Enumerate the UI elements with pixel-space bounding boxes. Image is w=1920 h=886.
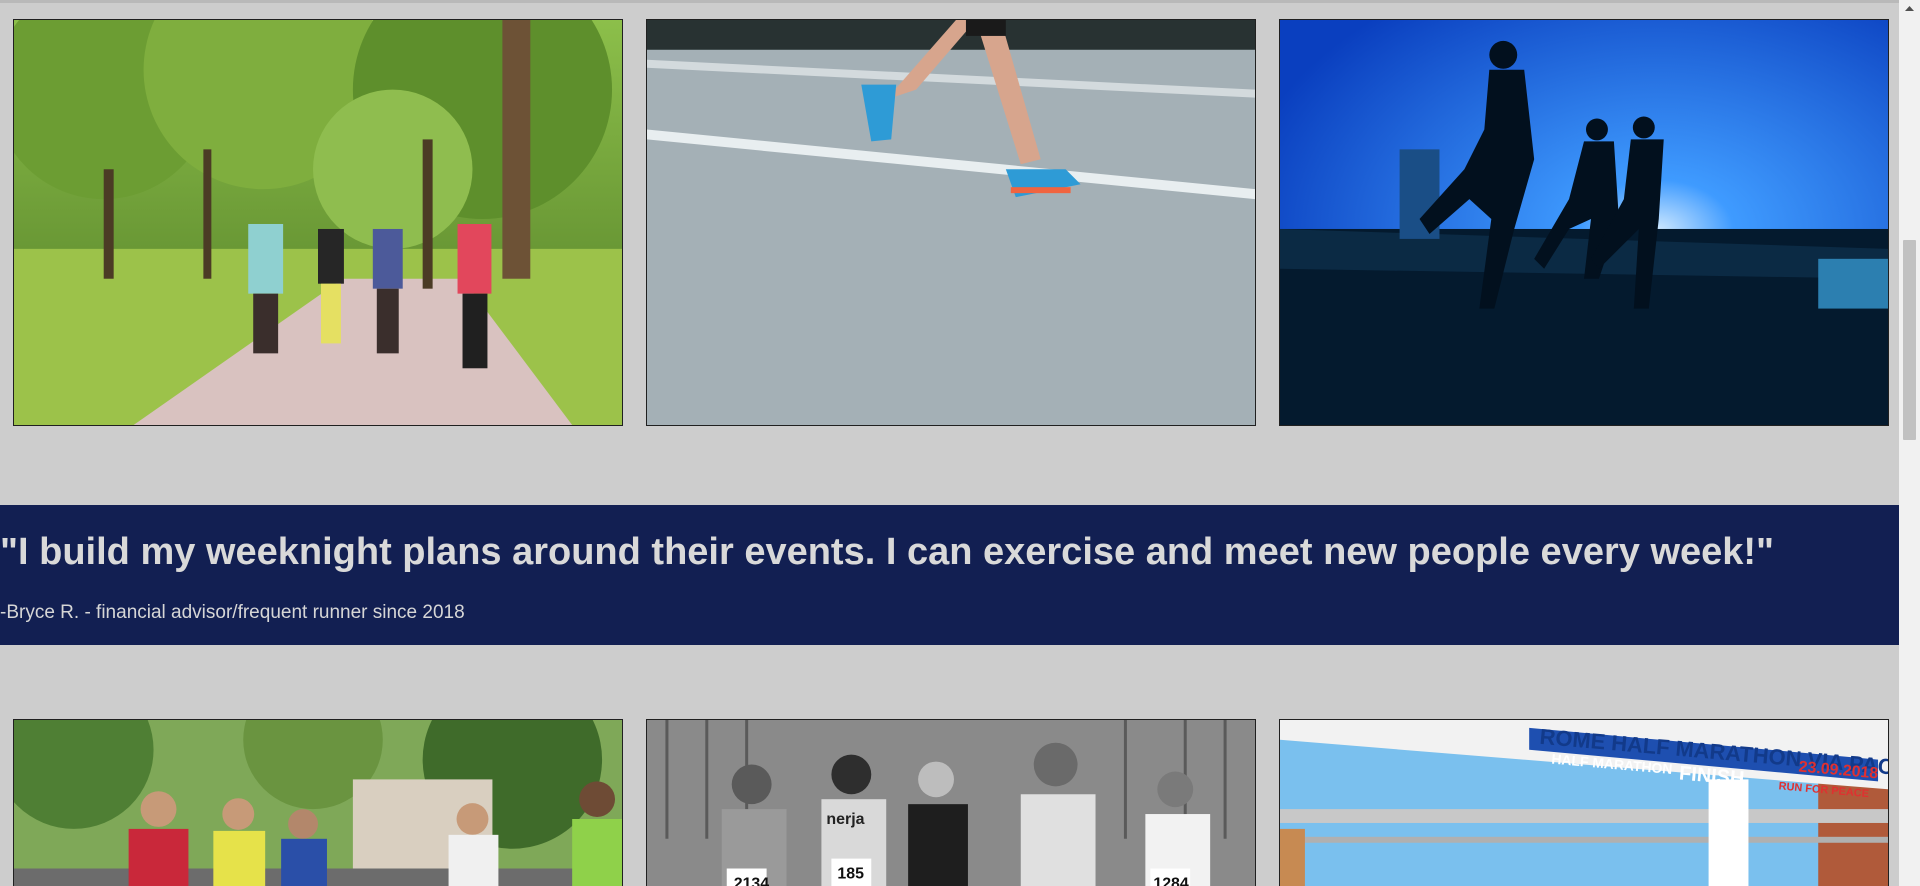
photo-marathon-crowd [13,719,623,886]
silhouette-image [1280,20,1888,425]
photo-bw-runners: 2134 185 1284 nerja [646,719,1256,886]
photo-silhouette-runners [1279,19,1889,426]
bw-runners-image: 2134 185 1284 nerja [647,720,1255,886]
testimonial-banner: "I build my weeknight plans around their… [0,505,1899,645]
triangle-up-icon [1905,6,1914,11]
top-edge [0,0,1899,3]
photo-runners-in-park [13,19,623,426]
page: "I build my weeknight plans around their… [0,0,1899,886]
photo-runner-legs [646,19,1256,426]
scrollbar-thumb[interactable] [1903,240,1916,440]
bib-brand-text: nerja [826,811,864,828]
park-runners-image [14,20,622,425]
scroll-up-button[interactable] [1899,0,1920,17]
marathon-crowd-image [14,720,622,886]
finish-banner-image: ROME HALF MARATHON VIA PACIS 23.09.2018 … [1280,720,1888,886]
photo-finish-banner: ROME HALF MARATHON VIA PACIS 23.09.2018 … [1279,719,1889,886]
testimonial-quote: "I build my weeknight plans around their… [0,531,1775,573]
bib-number-3: 1284 [1153,875,1189,886]
bib-number-1: 2134 [734,875,770,886]
vertical-scrollbar[interactable] [1899,0,1920,886]
testimonial-attribution: -Bryce R. - financial advisor/frequent r… [0,602,465,623]
runner-legs-image [647,20,1255,425]
bib-number-2: 185 [837,865,864,882]
